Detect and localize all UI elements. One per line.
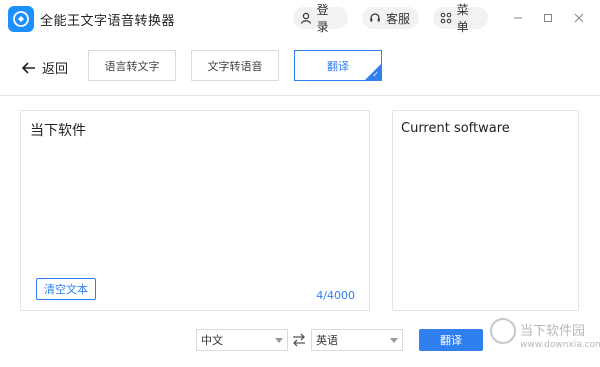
source-text[interactable]: 当下软件 xyxy=(30,120,86,140)
title-bar: 全能王文字语音转换器 登录 客服 菜单 xyxy=(0,0,600,38)
customer-service-button[interactable]: 客服 xyxy=(362,7,419,29)
tab-text-to-speech[interactable]: 文字转语音 xyxy=(191,50,279,81)
watermark-text: 当下软件园 xyxy=(520,324,586,339)
app-logo-icon xyxy=(8,6,34,32)
clear-text-button[interactable]: 清空文本 xyxy=(36,278,96,300)
char-count: 4/4000 xyxy=(316,289,355,302)
arrow-left-icon xyxy=(22,61,35,74)
toolbar: 返回 语言转文字 文字转语音 翻译 ✓ xyxy=(0,38,600,96)
swap-icon[interactable] xyxy=(291,331,307,349)
close-icon[interactable] xyxy=(569,8,589,28)
login-button[interactable]: 登录 xyxy=(293,3,348,34)
target-language-value: 英语 xyxy=(316,334,338,347)
chevron-down-icon xyxy=(390,338,398,343)
translate-button[interactable]: 翻译 xyxy=(419,329,483,351)
service-label: 客服 xyxy=(386,11,411,26)
source-text-area[interactable]: 当下软件 清空文本 4/4000 xyxy=(20,110,370,311)
watermark-logo-icon xyxy=(490,318,516,344)
translation-text: Current software xyxy=(401,121,510,136)
target-language-select[interactable]: 英语 xyxy=(311,329,403,351)
menu-button[interactable]: 菜单 xyxy=(433,3,488,34)
menu-label: 菜单 xyxy=(456,3,469,34)
watermark-url: www.downxia.com xyxy=(520,340,600,350)
watermark: 当下软件园 www.downxia.com xyxy=(490,318,600,364)
user-icon xyxy=(299,11,313,25)
tab-translate-label: 翻译 xyxy=(327,59,349,73)
translation-result-area: Current software xyxy=(392,110,579,311)
tab-translate[interactable]: 翻译 ✓ xyxy=(294,50,382,81)
chevron-down-icon xyxy=(275,338,283,343)
app-title: 全能王文字语音转换器 xyxy=(40,14,176,29)
source-language-select[interactable]: 中文 xyxy=(196,329,288,351)
back-label: 返回 xyxy=(42,62,69,77)
minimize-icon[interactable] xyxy=(508,8,528,28)
login-label: 登录 xyxy=(316,3,329,34)
headset-icon xyxy=(368,11,382,25)
maximize-icon[interactable] xyxy=(538,8,558,28)
check-icon: ✓ xyxy=(372,70,379,79)
tab-speech-to-text[interactable]: 语言转文字 xyxy=(88,50,176,81)
grid-icon xyxy=(439,11,453,25)
source-language-value: 中文 xyxy=(201,334,223,347)
back-button[interactable]: 返回 xyxy=(22,58,68,77)
